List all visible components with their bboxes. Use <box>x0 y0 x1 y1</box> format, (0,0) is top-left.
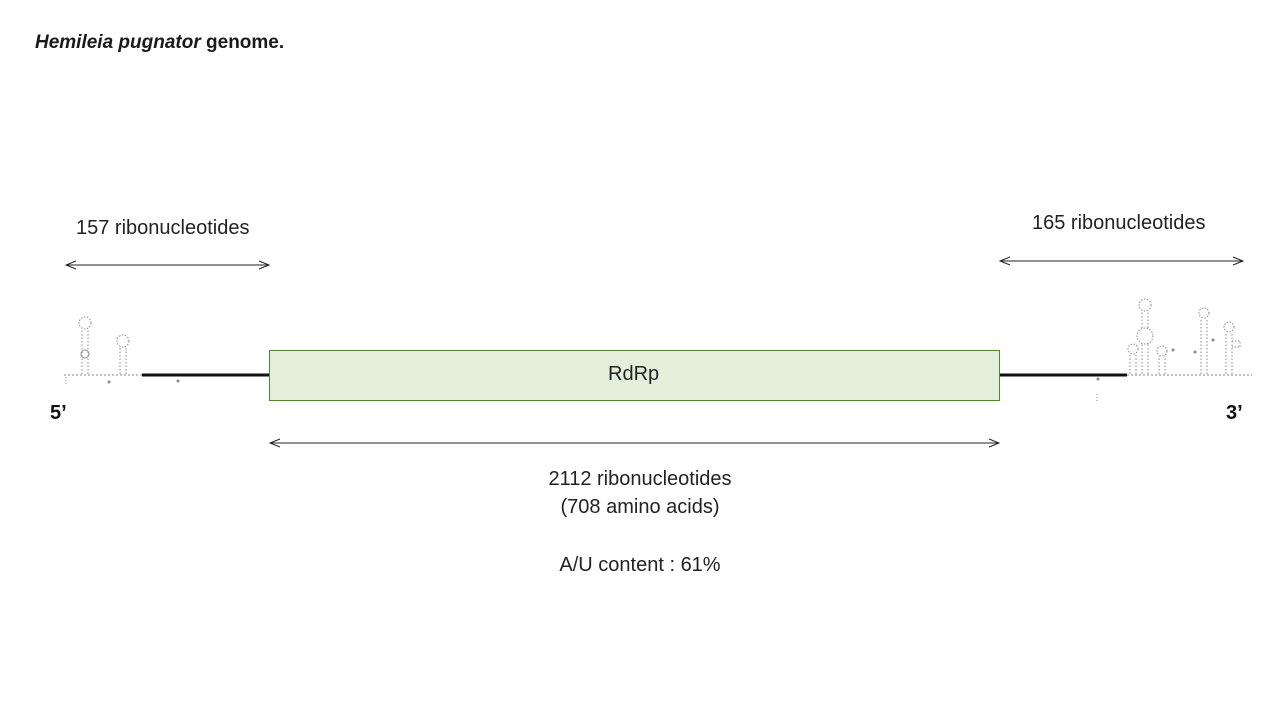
genome-diagram <box>64 0 1252 720</box>
au-content-label: A/U content : 61% <box>559 554 721 576</box>
rdrp-label: RdRp <box>608 363 660 385</box>
utr3-stem-loop-structure <box>1096 298 1252 402</box>
three-prime-end-label: 3’ <box>1226 402 1243 424</box>
orf-protein-label: (708 amino acids) <box>560 496 720 518</box>
utr3-length-label: 165 ribonucleotides <box>1032 212 1206 234</box>
utr5-length-label: 157 ribonucleotides <box>76 217 250 239</box>
orf-length-label: 2112 ribonucleotides <box>548 468 732 490</box>
five-prime-end-label: 5’ <box>50 402 67 424</box>
